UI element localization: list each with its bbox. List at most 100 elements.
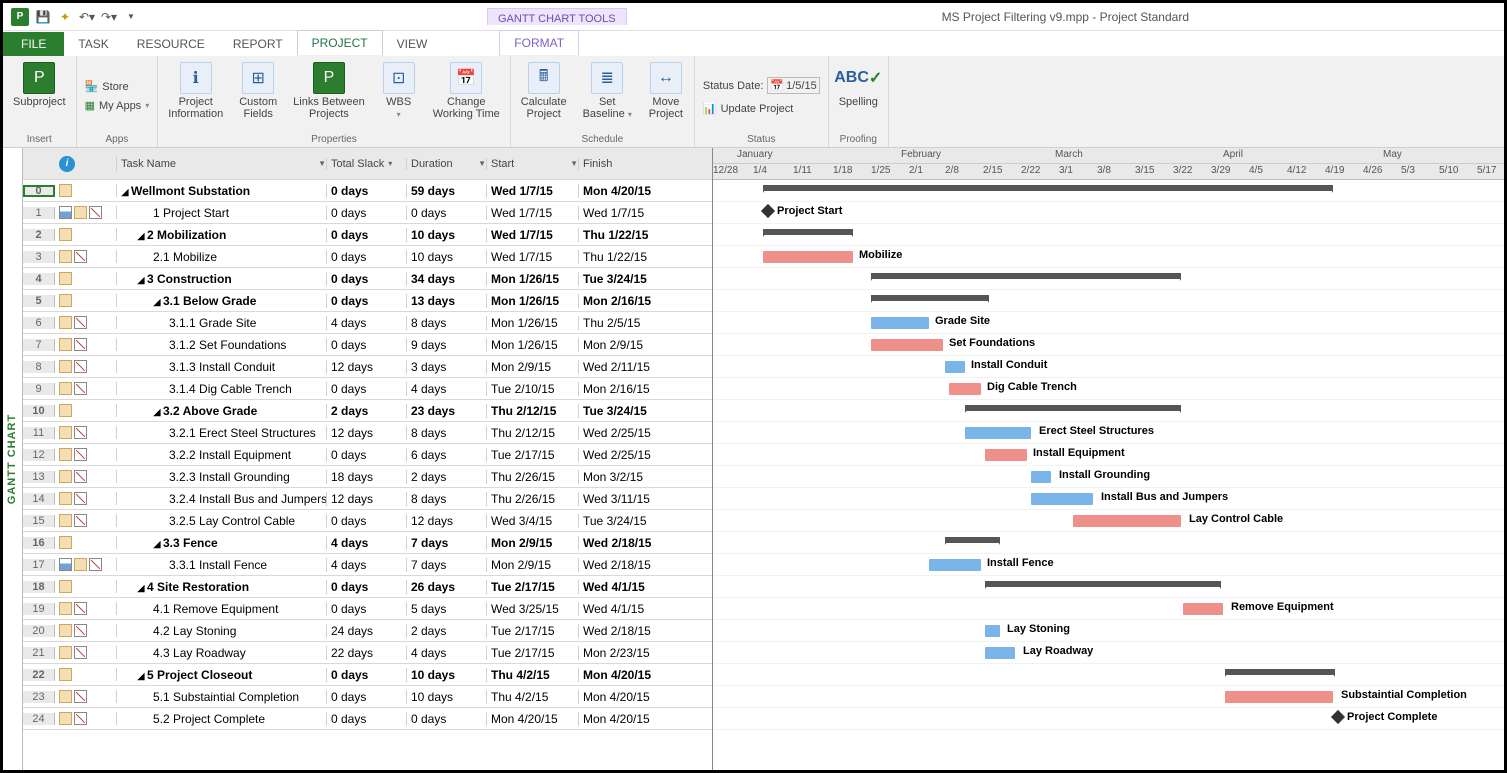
start-cell[interactable]: Wed 1/7/15 bbox=[487, 184, 579, 198]
filter-arrow-icon[interactable]: ▾ bbox=[388, 159, 392, 168]
start-cell[interactable]: Thu 2/26/15 bbox=[487, 492, 579, 506]
slack-cell[interactable]: 0 days bbox=[327, 448, 407, 462]
qat-customize-icon[interactable]: ▼ bbox=[123, 9, 139, 25]
start-cell[interactable]: Mon 1/26/15 bbox=[487, 316, 579, 330]
finish-cell[interactable]: Mon 4/20/15 bbox=[579, 690, 684, 704]
links-between-button[interactable]: PLinks Between Projects bbox=[291, 60, 367, 122]
row-id[interactable]: 3 bbox=[23, 251, 55, 263]
tab-report[interactable]: REPORT bbox=[219, 32, 297, 56]
task-bar[interactable] bbox=[965, 427, 1031, 439]
start-cell[interactable]: Tue 2/17/15 bbox=[487, 646, 579, 660]
task-name-cell[interactable]: 3.2.1 Erect Steel Structures bbox=[117, 426, 327, 440]
slack-cell[interactable]: 0 days bbox=[327, 514, 407, 528]
view-sidebar-label[interactable]: GANTT CHART bbox=[3, 148, 23, 770]
slack-cell[interactable]: 12 days bbox=[327, 360, 407, 374]
table-row[interactable]: 204.2 Lay Stoning24 days2 daysTue 2/17/1… bbox=[23, 620, 712, 642]
row-id[interactable]: 19 bbox=[23, 603, 55, 615]
duration-cell[interactable]: 3 days bbox=[407, 360, 487, 374]
row-id[interactable]: 7 bbox=[23, 339, 55, 351]
start-cell[interactable]: Wed 1/7/15 bbox=[487, 250, 579, 264]
start-cell[interactable]: Mon 2/9/15 bbox=[487, 360, 579, 374]
task-name-cell[interactable]: ◢3.2 Above Grade bbox=[117, 404, 327, 418]
finish-cell[interactable]: Wed 2/11/15 bbox=[579, 360, 684, 374]
start-cell[interactable]: Mon 2/9/15 bbox=[487, 536, 579, 550]
slack-cell[interactable]: 0 days bbox=[327, 272, 407, 286]
custom-fields-button[interactable]: ⊞Custom Fields bbox=[237, 60, 279, 122]
start-cell[interactable]: Thu 2/26/15 bbox=[487, 470, 579, 484]
filter-arrow-icon[interactable]: ▼ bbox=[570, 159, 578, 168]
task-name-cell[interactable]: 3.1.1 Grade Site bbox=[117, 316, 327, 330]
duration-cell[interactable]: 5 days bbox=[407, 602, 487, 616]
task-bar[interactable] bbox=[871, 339, 943, 351]
gantt-chart[interactable]: JanuaryFebruaryMarchAprilMay 12/281/41/1… bbox=[713, 148, 1504, 770]
table-row[interactable]: 18◢4 Site Restoration0 days26 daysTue 2/… bbox=[23, 576, 712, 598]
table-row[interactable]: 11 Project Start0 days0 daysWed 1/7/15We… bbox=[23, 202, 712, 224]
duration-cell[interactable]: 0 days bbox=[407, 206, 487, 220]
task-name-cell[interactable]: 3.2.2 Install Equipment bbox=[117, 448, 327, 462]
row-id[interactable]: 16 bbox=[23, 537, 55, 549]
finish-cell[interactable]: Mon 3/2/15 bbox=[579, 470, 684, 484]
start-cell[interactable]: Wed 1/7/15 bbox=[487, 206, 579, 220]
finish-cell[interactable]: Wed 2/18/15 bbox=[579, 558, 684, 572]
task-bar[interactable] bbox=[1073, 515, 1181, 527]
table-row[interactable]: 0◢Wellmont Substation0 days59 daysWed 1/… bbox=[23, 180, 712, 202]
slack-cell[interactable]: 4 days bbox=[327, 316, 407, 330]
row-id[interactable]: 6 bbox=[23, 317, 55, 329]
row-id[interactable]: 22 bbox=[23, 669, 55, 681]
start-cell[interactable]: Wed 1/7/15 bbox=[487, 228, 579, 242]
summary-bar[interactable] bbox=[945, 537, 1000, 543]
slack-cell[interactable]: 4 days bbox=[327, 558, 407, 572]
duration-cell[interactable]: 9 days bbox=[407, 338, 487, 352]
duration-cell[interactable]: 8 days bbox=[407, 316, 487, 330]
change-working-time-button[interactable]: 📅Change Working Time bbox=[431, 60, 502, 122]
table-row[interactable]: 123.2.2 Install Equipment0 days6 daysTue… bbox=[23, 444, 712, 466]
start-cell[interactable]: Tue 2/10/15 bbox=[487, 382, 579, 396]
update-project-button[interactable]: 📊Update Project bbox=[703, 100, 793, 117]
milestone-marker[interactable] bbox=[761, 204, 775, 218]
table-row[interactable]: 93.1.4 Dig Cable Trench0 days4 daysTue 2… bbox=[23, 378, 712, 400]
finish-header[interactable]: Finish bbox=[579, 158, 684, 170]
project-info-button[interactable]: ℹProject Information bbox=[166, 60, 225, 122]
status-date-field[interactable]: 📅1/5/15 bbox=[767, 77, 819, 94]
task-bar[interactable] bbox=[985, 647, 1015, 659]
collapse-icon[interactable]: ◢ bbox=[121, 187, 129, 198]
start-cell[interactable]: Tue 2/17/15 bbox=[487, 624, 579, 638]
task-name-cell[interactable]: 3.1.3 Install Conduit bbox=[117, 360, 327, 374]
slack-cell[interactable]: 4 days bbox=[327, 536, 407, 550]
finish-cell[interactable]: Mon 4/20/15 bbox=[579, 712, 684, 726]
table-row[interactable]: 235.1 Substaintial Completion0 days10 da… bbox=[23, 686, 712, 708]
move-project-button[interactable]: ↔Move Project bbox=[646, 60, 686, 122]
task-bar[interactable] bbox=[945, 361, 965, 373]
task-name-cell[interactable]: 4.1 Remove Equipment bbox=[117, 602, 327, 616]
slack-cell[interactable]: 0 days bbox=[327, 690, 407, 704]
duration-header[interactable]: Duration▼ bbox=[407, 158, 487, 170]
start-cell[interactable]: Tue 2/17/15 bbox=[487, 580, 579, 594]
finish-cell[interactable]: Wed 4/1/15 bbox=[579, 602, 684, 616]
row-id[interactable]: 21 bbox=[23, 647, 55, 659]
table-row[interactable]: 73.1.2 Set Foundations0 days9 daysMon 1/… bbox=[23, 334, 712, 356]
row-id[interactable]: 13 bbox=[23, 471, 55, 483]
collapse-icon[interactable]: ◢ bbox=[153, 407, 161, 418]
table-row[interactable]: 5◢3.1 Below Grade0 days13 daysMon 1/26/1… bbox=[23, 290, 712, 312]
start-cell[interactable]: Mon 1/26/15 bbox=[487, 272, 579, 286]
collapse-icon[interactable]: ◢ bbox=[137, 671, 145, 682]
table-row[interactable]: 10◢3.2 Above Grade2 days23 daysThu 2/12/… bbox=[23, 400, 712, 422]
collapse-icon[interactable]: ◢ bbox=[137, 583, 145, 594]
task-name-cell[interactable]: 3.1.4 Dig Cable Trench bbox=[117, 382, 327, 396]
duration-cell[interactable]: 8 days bbox=[407, 426, 487, 440]
start-cell[interactable]: Mon 1/26/15 bbox=[487, 294, 579, 308]
redo-icon[interactable]: ↷▾ bbox=[101, 9, 117, 25]
summary-bar[interactable] bbox=[965, 405, 1181, 411]
task-name-cell[interactable]: 4.3 Lay Roadway bbox=[117, 646, 327, 660]
duration-cell[interactable]: 13 days bbox=[407, 294, 487, 308]
row-id[interactable]: 10 bbox=[23, 405, 55, 417]
filter-arrow-icon[interactable]: ▼ bbox=[318, 159, 326, 168]
task-bar[interactable] bbox=[949, 383, 981, 395]
table-row[interactable]: 245.2 Project Complete0 days0 daysMon 4/… bbox=[23, 708, 712, 730]
task-bar[interactable] bbox=[1183, 603, 1223, 615]
duration-cell[interactable]: 10 days bbox=[407, 250, 487, 264]
task-name-cell[interactable]: 5.1 Substaintial Completion bbox=[117, 690, 327, 704]
store-button[interactable]: 🏪Store bbox=[85, 78, 129, 95]
finish-cell[interactable]: Wed 3/11/15 bbox=[579, 492, 684, 506]
start-cell[interactable]: Wed 3/25/15 bbox=[487, 602, 579, 616]
